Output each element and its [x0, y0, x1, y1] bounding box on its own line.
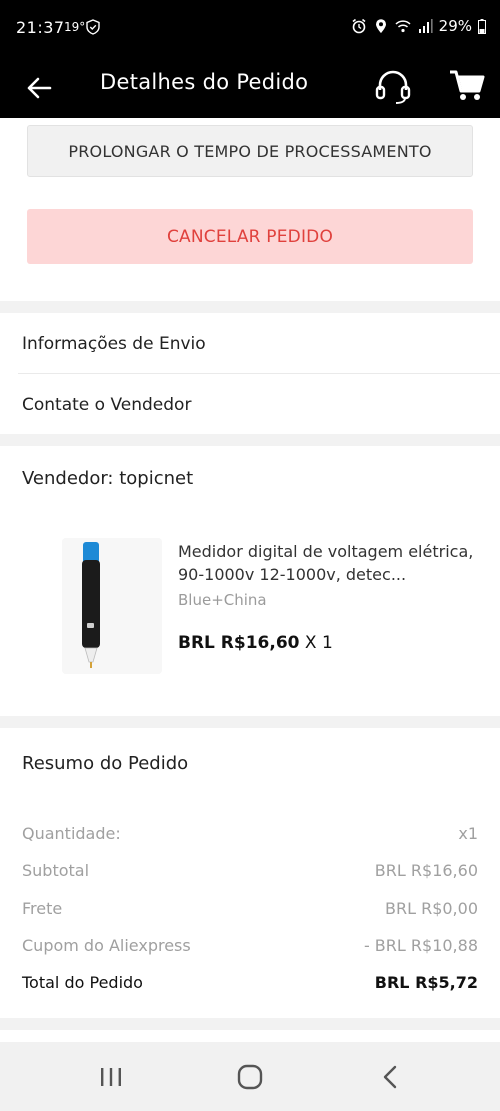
shopping-cart-icon[interactable] [446, 64, 486, 106]
summary-label: Cupom do Aliexpress [22, 936, 191, 955]
alarm-icon [352, 18, 366, 34]
summary-label: Total do Pedido [22, 973, 143, 992]
summary-value: BRL R$0,00 [384, 899, 478, 918]
summary-label: Quantidade: [22, 824, 121, 843]
product-name[interactable]: Medidor digital de voltagem elétrica, 90… [178, 540, 478, 586]
home-icon[interactable] [235, 1064, 265, 1090]
order-total-value: BRL R$5,72 [374, 973, 478, 992]
battery-icon [478, 18, 486, 34]
seller-name[interactable]: Vendedor: topicnet [22, 468, 193, 489]
extend-processing-time-button[interactable]: PROLONGAR O TEMPO DE PROCESSAMENTO [27, 125, 473, 177]
summary-label: Subtotal [22, 861, 90, 880]
order-summary-title: Resumo do Pedido [22, 753, 189, 774]
summary-row-total: Total do Pedido BRL R$5,72 [22, 973, 478, 992]
status-bar: 21:37 19° 29% [0, 0, 500, 58]
product-unit-price: BRL R$16,60 [178, 633, 300, 653]
signal-icon [418, 19, 433, 33]
product-variant: Blue+China [178, 591, 267, 609]
summary-row-coupon: Cupom do Aliexpress - BRL R$10,88 [22, 936, 478, 955]
location-icon [375, 19, 386, 33]
next-section-card [0, 1030, 500, 1042]
contact-seller-row[interactable]: Contate o Vendedor [0, 374, 500, 435]
recent-apps-icon[interactable] [96, 1064, 126, 1090]
summary-label: Frete [22, 899, 63, 918]
customer-support-headset-icon[interactable] [372, 66, 414, 108]
summary-row-subtotal: Subtotal BRL R$16,60 [22, 861, 478, 880]
status-time: 21:37 [16, 18, 65, 37]
cancel-order-button[interactable]: CANCELAR PEDIDO [27, 209, 473, 264]
shield-check-icon [86, 19, 100, 35]
page-title: Detalhes do Pedido [100, 70, 309, 94]
battery-percent: 29% [438, 17, 472, 35]
back-arrow-icon[interactable] [24, 68, 56, 108]
product-image-voltage-tester[interactable] [62, 538, 162, 674]
product-price: BRL R$16,60 X 1 [178, 633, 333, 653]
app-bar: Detalhes do Pedido [0, 58, 500, 118]
summary-row-shipping: Frete BRL R$0,00 [22, 899, 478, 918]
wifi-icon [395, 20, 411, 33]
status-right-group: 29% [351, 17, 486, 35]
back-icon[interactable] [375, 1064, 405, 1090]
shipping-info-row[interactable]: Informações de Envio [0, 313, 500, 374]
status-temperature: 19° [64, 20, 86, 34]
summary-value: x1 [458, 824, 478, 843]
system-navigation-bar [0, 1042, 500, 1111]
summary-value: BRL R$16,60 [374, 861, 478, 880]
product-quantity: X 1 [299, 633, 333, 653]
summary-value: - BRL R$10,88 [363, 936, 478, 955]
summary-row-quantity: Quantidade: x1 [22, 824, 478, 843]
